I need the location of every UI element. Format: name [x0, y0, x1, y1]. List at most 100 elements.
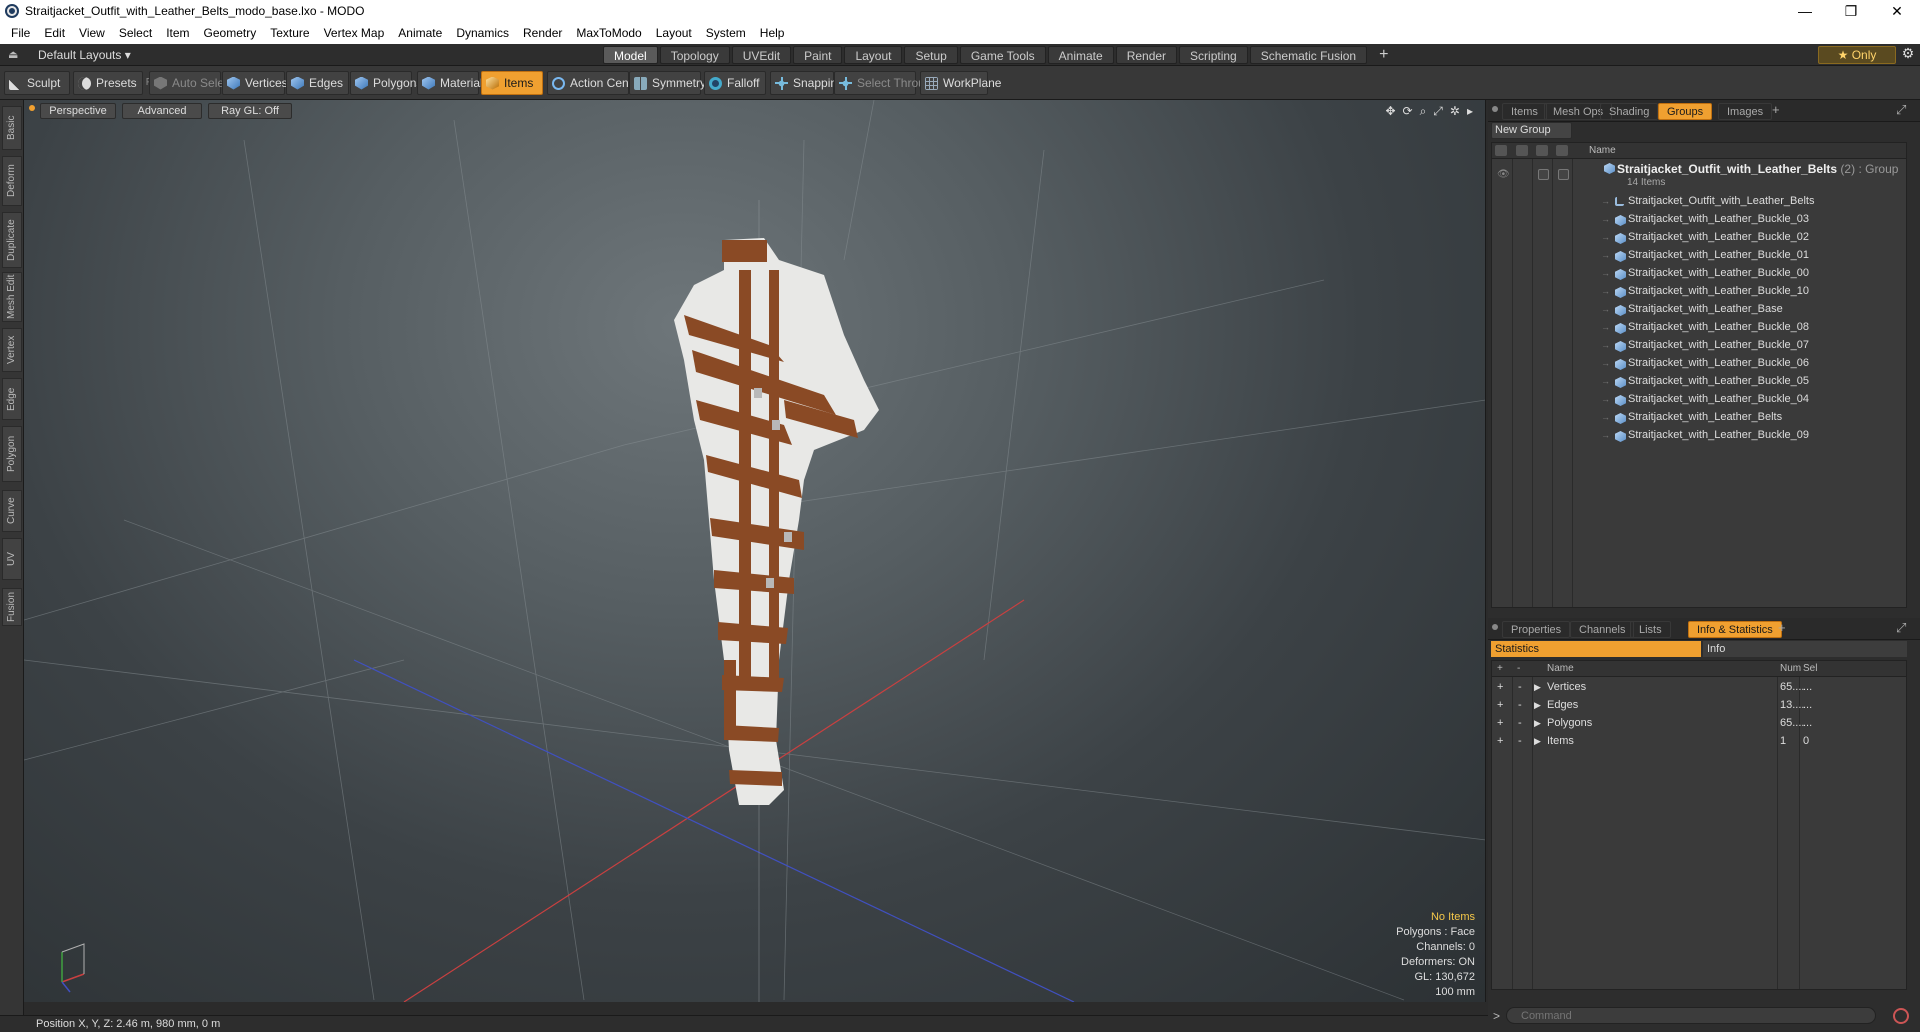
info-tab[interactable]: Info — [1703, 641, 1907, 657]
tab-shading[interactable]: Shading — [1600, 103, 1659, 120]
expand-arrow-icon[interactable]: ▶ — [1534, 718, 1541, 729]
presets-button[interactable]: PresetsF6 — [73, 71, 157, 95]
select-column-icon[interactable] — [1556, 145, 1568, 156]
expand-all-icon[interactable]: + — [1497, 663, 1503, 674]
expand-row-icon[interactable]: + — [1497, 699, 1503, 711]
left-tab-fusion[interactable]: Fusion — [2, 588, 22, 626]
name-column-header[interactable]: Name — [1589, 145, 1616, 156]
left-tab-uv[interactable]: UV — [2, 538, 22, 580]
layout-selector[interactable]: Default Layouts ▾ — [38, 48, 131, 62]
menu-edit[interactable]: Edit — [37, 26, 72, 40]
workplane-button[interactable]: WorkPlane — [920, 71, 1001, 95]
3d-viewport[interactable]: Perspective Advanced Ray GL: Off ✥ ⟳ ⌕ ⤢… — [24, 100, 1486, 1002]
tab-paint[interactable]: Paint — [793, 46, 843, 64]
left-tab-duplicate[interactable]: Duplicate — [2, 212, 22, 268]
fit-icon[interactable]: ⤢ — [1433, 104, 1443, 119]
table-row[interactable]: + - ▶ Edges 13....... — [1492, 697, 1906, 715]
tab-channels[interactable]: Channels — [1570, 621, 1635, 638]
zoom-icon[interactable]: ⌕ — [1420, 104, 1427, 119]
shading-mode-button[interactable]: Advanced — [122, 103, 202, 119]
record-macro-icon[interactable] — [1893, 1008, 1909, 1024]
menu-maxtomodo[interactable]: MaxToModo — [569, 26, 648, 40]
list-item[interactable]: → Straitjacket_with_Leather_Buckle_04 — [1492, 391, 1906, 409]
menu-texture[interactable]: Texture — [263, 26, 316, 40]
expand-row-icon[interactable]: + — [1497, 735, 1503, 747]
panel-menu-icon[interactable] — [1492, 624, 1498, 630]
left-tab-edge[interactable]: Edge — [2, 378, 22, 420]
lock-column-icon[interactable] — [1536, 145, 1548, 156]
tab-properties[interactable]: Properties — [1502, 621, 1571, 638]
statistics-tab[interactable]: Statistics — [1491, 641, 1701, 657]
tab-items[interactable]: Items — [1502, 103, 1547, 120]
menu-system[interactable]: System — [699, 26, 753, 40]
panel-menu-icon[interactable] — [1492, 106, 1498, 112]
collapse-row-icon[interactable]: - — [1518, 699, 1522, 711]
sculpt-button[interactable]: Sculpt — [4, 71, 70, 95]
tab-uvedit[interactable]: UVEdit — [731, 46, 792, 64]
vertices-button[interactable]: Vertices1 — [222, 71, 302, 95]
menu-render[interactable]: Render — [516, 26, 569, 40]
collapse-all-icon[interactable]: - — [1517, 663, 1520, 674]
list-item[interactable]: → Straitjacket_with_Leather_Buckle_08 — [1492, 319, 1906, 337]
list-item[interactable]: → Straitjacket_with_Leather_Buckle_09 — [1492, 427, 1906, 445]
expand-arrow-icon[interactable]: ▶ — [1534, 700, 1541, 711]
tab-animate[interactable]: Animate — [1047, 46, 1114, 64]
expand-panel-icon[interactable]: ⤢ — [1896, 102, 1906, 118]
close-button[interactable]: ✕ — [1874, 0, 1920, 22]
menu-geometry[interactable]: Geometry — [197, 26, 264, 40]
stats-num-header[interactable]: Num — [1780, 663, 1801, 674]
select-checkbox[interactable] — [1558, 169, 1569, 180]
list-item[interactable]: → Straitjacket_with_Leather_Buckle_01 — [1492, 247, 1906, 265]
lock-checkbox[interactable] — [1538, 169, 1549, 180]
tab-layout[interactable]: Layout — [844, 46, 903, 64]
expand-arrow-icon[interactable]: ▶ — [1534, 736, 1541, 747]
only-button[interactable]: ★ Only — [1818, 46, 1896, 64]
left-tab-curve[interactable]: Curve — [2, 490, 22, 532]
falloff-button[interactable]: Falloff — [704, 71, 766, 95]
tab-topology[interactable]: Topology — [659, 46, 730, 64]
tab-info-statistics[interactable]: Info & Statistics — [1688, 621, 1782, 638]
render-column-icon[interactable] — [1516, 145, 1528, 156]
raygl-button[interactable]: Ray GL: Off — [208, 103, 292, 119]
straitjacket-model[interactable] — [674, 238, 879, 805]
menu-view[interactable]: View — [72, 26, 112, 40]
add-layout-tab-button[interactable]: + — [1375, 46, 1392, 64]
tab-scripting[interactable]: Scripting — [1179, 46, 1248, 64]
eye-icon[interactable]: 👁 — [1497, 169, 1510, 180]
stats-name-header[interactable]: Name — [1547, 663, 1574, 674]
view-mode-button[interactable]: Perspective — [40, 103, 116, 119]
visibility-column-icon[interactable] — [1495, 145, 1507, 156]
snapping-button[interactable]: Snapping — [770, 71, 844, 95]
tab-images[interactable]: Images — [1718, 103, 1773, 120]
list-item[interactable]: → Straitjacket_with_Leather_Buckle_06 — [1492, 355, 1906, 373]
tab-game-tools[interactable]: Game Tools — [959, 46, 1046, 64]
layout-pin-icon[interactable]: ⏏ — [8, 48, 18, 61]
left-tab-polygon[interactable]: Polygon — [2, 426, 22, 482]
collapse-row-icon[interactable]: - — [1518, 681, 1522, 693]
tab-render[interactable]: Render — [1115, 46, 1178, 64]
auto-select-button[interactable]: Auto Select — [149, 71, 233, 95]
expand-arrow-icon[interactable]: ▶ — [1534, 682, 1541, 693]
menu-file[interactable]: File — [4, 26, 37, 40]
command-input[interactable] — [1506, 1007, 1876, 1024]
viewport-more-icon[interactable]: ▸ — [1467, 104, 1473, 119]
expand-row-icon[interactable]: + — [1497, 717, 1503, 729]
list-item[interactable]: → Straitjacket_with_Leather_Buckle_05 — [1492, 373, 1906, 391]
items-button[interactable]: Items — [481, 71, 543, 95]
collapse-row-icon[interactable]: - — [1518, 717, 1522, 729]
tab-lists[interactable]: Lists — [1630, 621, 1671, 638]
menu-vertex-map[interactable]: Vertex Map — [317, 26, 392, 40]
table-row[interactable]: + - ▶ Vertices 65....... — [1492, 679, 1906, 697]
left-tab-mesh-edit[interactable]: Mesh Edit — [2, 272, 22, 322]
tab-model[interactable]: Model — [603, 46, 658, 64]
group-row[interactable]: 👁 Straitjacket_Outfit_with_Leather_Belts… — [1492, 159, 1906, 191]
new-group-button[interactable]: New Group — [1491, 122, 1572, 139]
edges-button[interactable]: Edges2 — [286, 71, 358, 95]
expand-panel-icon[interactable]: ⤢ — [1896, 620, 1906, 636]
viewport-settings-icon[interactable]: ✲ — [1450, 104, 1460, 119]
menu-item[interactable]: Item — [159, 26, 196, 40]
tab-groups[interactable]: Groups — [1658, 103, 1713, 120]
polygons-button[interactable]: Polygons — [350, 71, 422, 95]
add-panel-tab-button[interactable]: + — [1772, 102, 1780, 117]
add-panel-tab-button[interactable]: + — [1778, 620, 1786, 635]
